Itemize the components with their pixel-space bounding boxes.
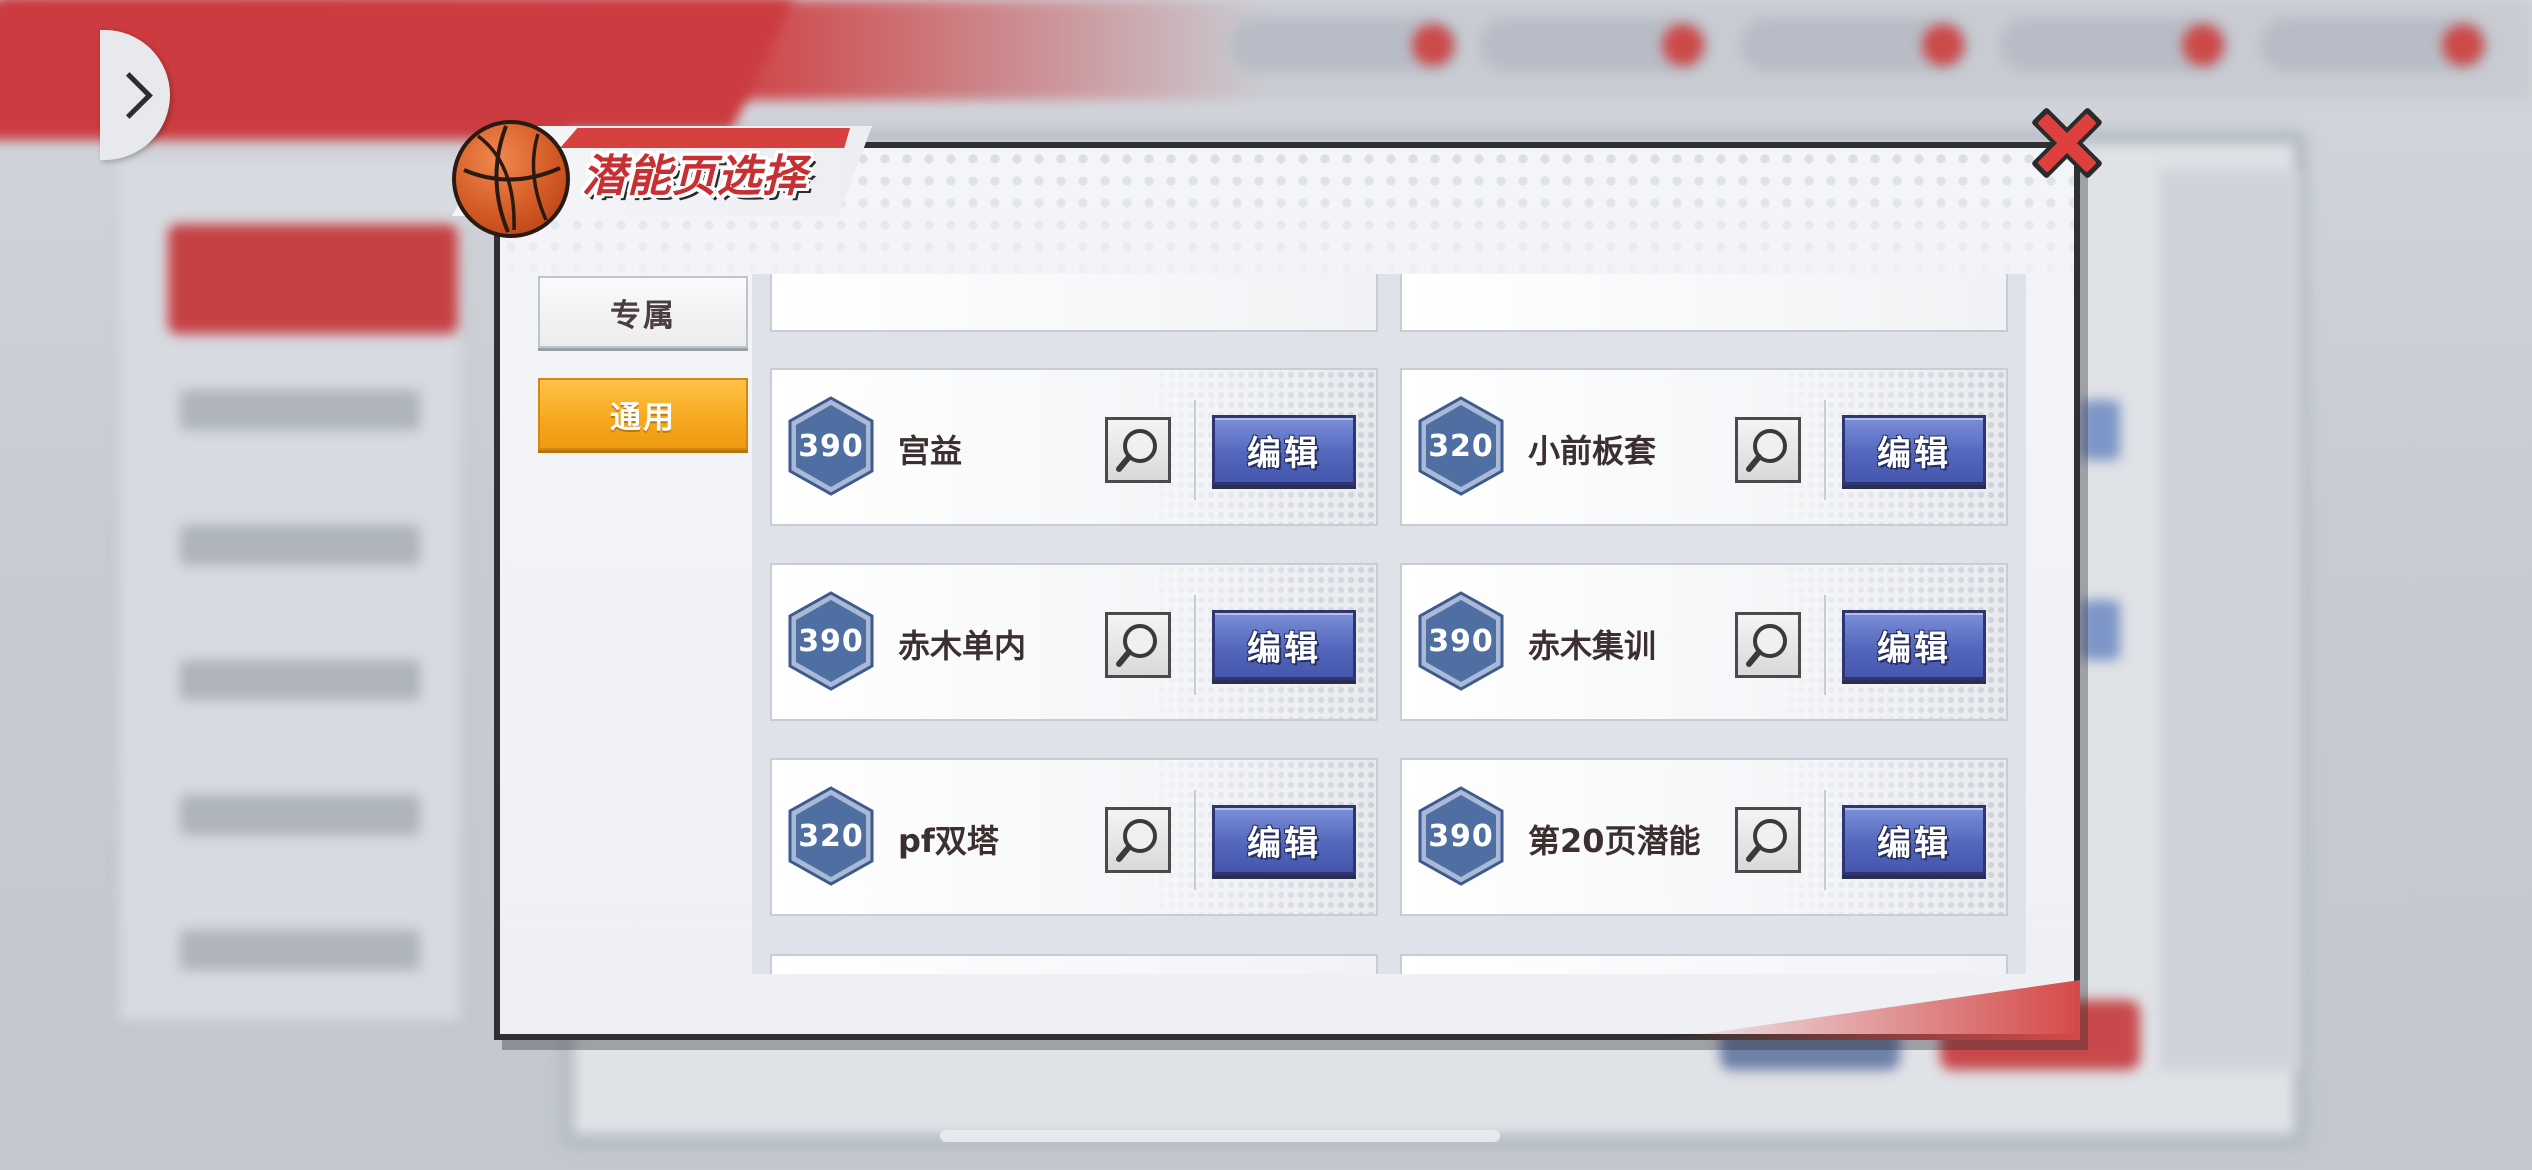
background-blue-mark: [2080, 400, 2120, 460]
potential-value: 320: [1428, 428, 1494, 464]
magnifier-icon: [1116, 624, 1157, 667]
magnifier-icon: [1116, 429, 1157, 472]
page-name: 宫益: [898, 432, 963, 470]
chevron-right-icon: [105, 71, 153, 119]
preview-button[interactable]: [1105, 417, 1171, 483]
background-blue-mark: [2080, 600, 2120, 660]
background-currency-chip: [2000, 18, 2230, 72]
page-name: pf双塔: [898, 822, 999, 860]
edit-button[interactable]: 编辑: [1212, 415, 1356, 485]
tab-general[interactable]: 通用: [538, 378, 748, 450]
potential-value: 390: [1428, 623, 1494, 659]
edit-button[interactable]: 编辑: [1212, 610, 1356, 680]
page-name: 第20页潜能: [1528, 822, 1701, 860]
background-menu-row: [180, 795, 420, 835]
potential-value: 390: [1428, 818, 1494, 854]
magnifier-icon: [1746, 429, 1787, 472]
close-x-icon: [2032, 108, 2102, 178]
page-name: 赤木集训: [1528, 627, 1657, 665]
basketball-icon: [452, 120, 570, 238]
preview-button[interactable]: [1735, 807, 1801, 873]
dialog-title: 潜能页选择: [582, 151, 807, 202]
list-item[interactable]: 390 赤木单内 编辑: [770, 563, 1378, 721]
magnifier-icon: [1746, 624, 1787, 667]
list-item[interactable]: 390 宫益 编辑: [770, 368, 1378, 526]
background-red-button: [168, 224, 458, 334]
potential-value: 390: [798, 428, 864, 464]
background-menu-row: [180, 660, 420, 700]
list-item[interactable]: 320 小前板套 编辑: [1400, 368, 2008, 526]
list-item-partial: [770, 274, 1378, 332]
page-name: 赤木单内: [898, 627, 1027, 665]
list-item-partial: [1400, 274, 2008, 332]
close-button[interactable]: [2022, 98, 2112, 188]
background-currency-chip: [1230, 18, 1460, 72]
potential-value: 320: [798, 818, 864, 854]
preview-button[interactable]: [1105, 612, 1171, 678]
background-menu-row: [180, 525, 420, 565]
list-item-partial: [770, 954, 1378, 974]
potential-page-list[interactable]: 390 宫益 编辑 320 小前板套 编辑 390 赤木单内 编辑 390 赤木…: [752, 274, 2026, 974]
magnifier-icon: [1746, 819, 1787, 862]
home-indicator[interactable]: [940, 1130, 1500, 1142]
preview-button[interactable]: [1105, 807, 1171, 873]
edit-button[interactable]: 编辑: [1842, 610, 1986, 680]
list-item[interactable]: 390 第20页潜能 编辑: [1400, 758, 2008, 916]
list-item[interactable]: 390 赤木集训 编辑: [1400, 563, 2008, 721]
background-currency-chip: [1480, 18, 1710, 72]
background-currency-chip: [1740, 18, 1970, 72]
tab-exclusive[interactable]: 专属: [538, 276, 748, 348]
game-screen: 潜能页选择 专属 通用 390 宫益 编辑 320 小前板套 编辑 390 赤木…: [0, 0, 2532, 1170]
list-item-partial: [1400, 954, 2008, 974]
magnifier-icon: [1116, 819, 1157, 862]
background-right-strip: [2160, 170, 2300, 1070]
background-menu-row: [180, 390, 420, 430]
background-menu-row: [180, 930, 420, 970]
edit-button[interactable]: 编辑: [1842, 805, 1986, 875]
list-item[interactable]: 320 pf双塔 编辑: [770, 758, 1378, 916]
edit-button[interactable]: 编辑: [1842, 415, 1986, 485]
edit-button[interactable]: 编辑: [1212, 805, 1356, 875]
potential-value: 390: [798, 623, 864, 659]
page-name: 小前板套: [1528, 432, 1657, 470]
preview-button[interactable]: [1735, 612, 1801, 678]
preview-button[interactable]: [1735, 417, 1801, 483]
background-currency-chip: [2260, 18, 2490, 72]
